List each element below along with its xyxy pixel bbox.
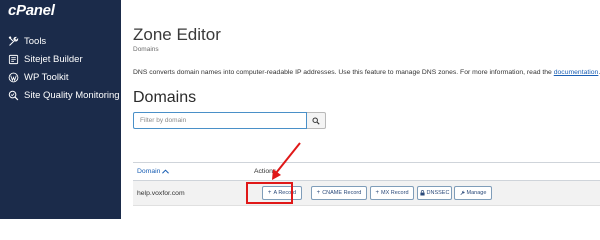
main-content: Zone Editor Domains DNS converts domain …	[121, 0, 600, 219]
tools-icon	[8, 35, 19, 46]
button-label: Manage	[466, 190, 487, 196]
site-quality-icon	[8, 90, 19, 100]
sort-ascending-icon	[162, 169, 170, 174]
sidebar-item-label: Tools	[24, 35, 47, 47]
sidebar-item-site-quality[interactable]: Site Quality Monitoring	[8, 89, 120, 101]
manage-button[interactable]: Manage	[454, 186, 492, 200]
sidebar-item-label: WP Toolkit	[24, 71, 69, 83]
wrench-icon	[460, 190, 465, 196]
documentation-link[interactable]: documentation	[554, 69, 599, 76]
cpanel-logo[interactable]: cPanel	[8, 2, 55, 19]
add-cname-record-button[interactable]: + CNAME Record	[311, 186, 367, 200]
description-text: DNS converts domain names into computer-…	[133, 69, 554, 76]
sidebar-item-label: Sitejet Builder	[24, 53, 83, 65]
search-icon	[312, 116, 320, 125]
table-row: help.voxfor.com + A Record + CNAME Record …	[133, 181, 600, 206]
search-button[interactable]	[307, 112, 326, 129]
button-label: CNAME Record	[322, 190, 362, 196]
domain-cell: help.voxfor.com	[137, 190, 185, 197]
button-label: DNSSEC	[426, 190, 450, 196]
dnssec-button[interactable]: DNSSEC	[417, 186, 452, 200]
highlight-box	[246, 182, 293, 204]
sidebar-item-tools[interactable]: Tools	[8, 35, 46, 47]
add-mx-record-button[interactable]: + MX Record	[370, 186, 414, 200]
sidebar-item-wp-toolkit[interactable]: WP Toolkit	[8, 71, 69, 83]
column-label: Domain	[137, 168, 161, 175]
button-label: MX Record	[381, 190, 409, 196]
sidebar-item-label: Site Quality Monitoring	[24, 89, 120, 101]
page-description: DNS converts domain names into computer-…	[133, 69, 600, 76]
sidebar: cPanel Tools Sitejet Builder WP Toolkit …	[0, 0, 121, 219]
sidebar-item-sitejet[interactable]: Sitejet Builder	[8, 53, 83, 65]
breadcrumb[interactable]: Domains	[133, 46, 159, 53]
table-header: Domain Actions	[133, 162, 600, 181]
lock-icon	[419, 190, 425, 196]
plus-icon: +	[375, 190, 379, 196]
sitejet-icon	[8, 54, 19, 64]
plus-icon: +	[316, 190, 321, 196]
search-input[interactable]	[133, 112, 307, 129]
page-title: Zone Editor	[133, 25, 221, 44]
wordpress-icon	[8, 72, 19, 82]
section-title: Domains	[133, 89, 197, 106]
column-header-domain[interactable]: Domain	[137, 168, 170, 175]
column-header-actions: Actions	[254, 168, 277, 175]
search-bar	[133, 112, 326, 129]
